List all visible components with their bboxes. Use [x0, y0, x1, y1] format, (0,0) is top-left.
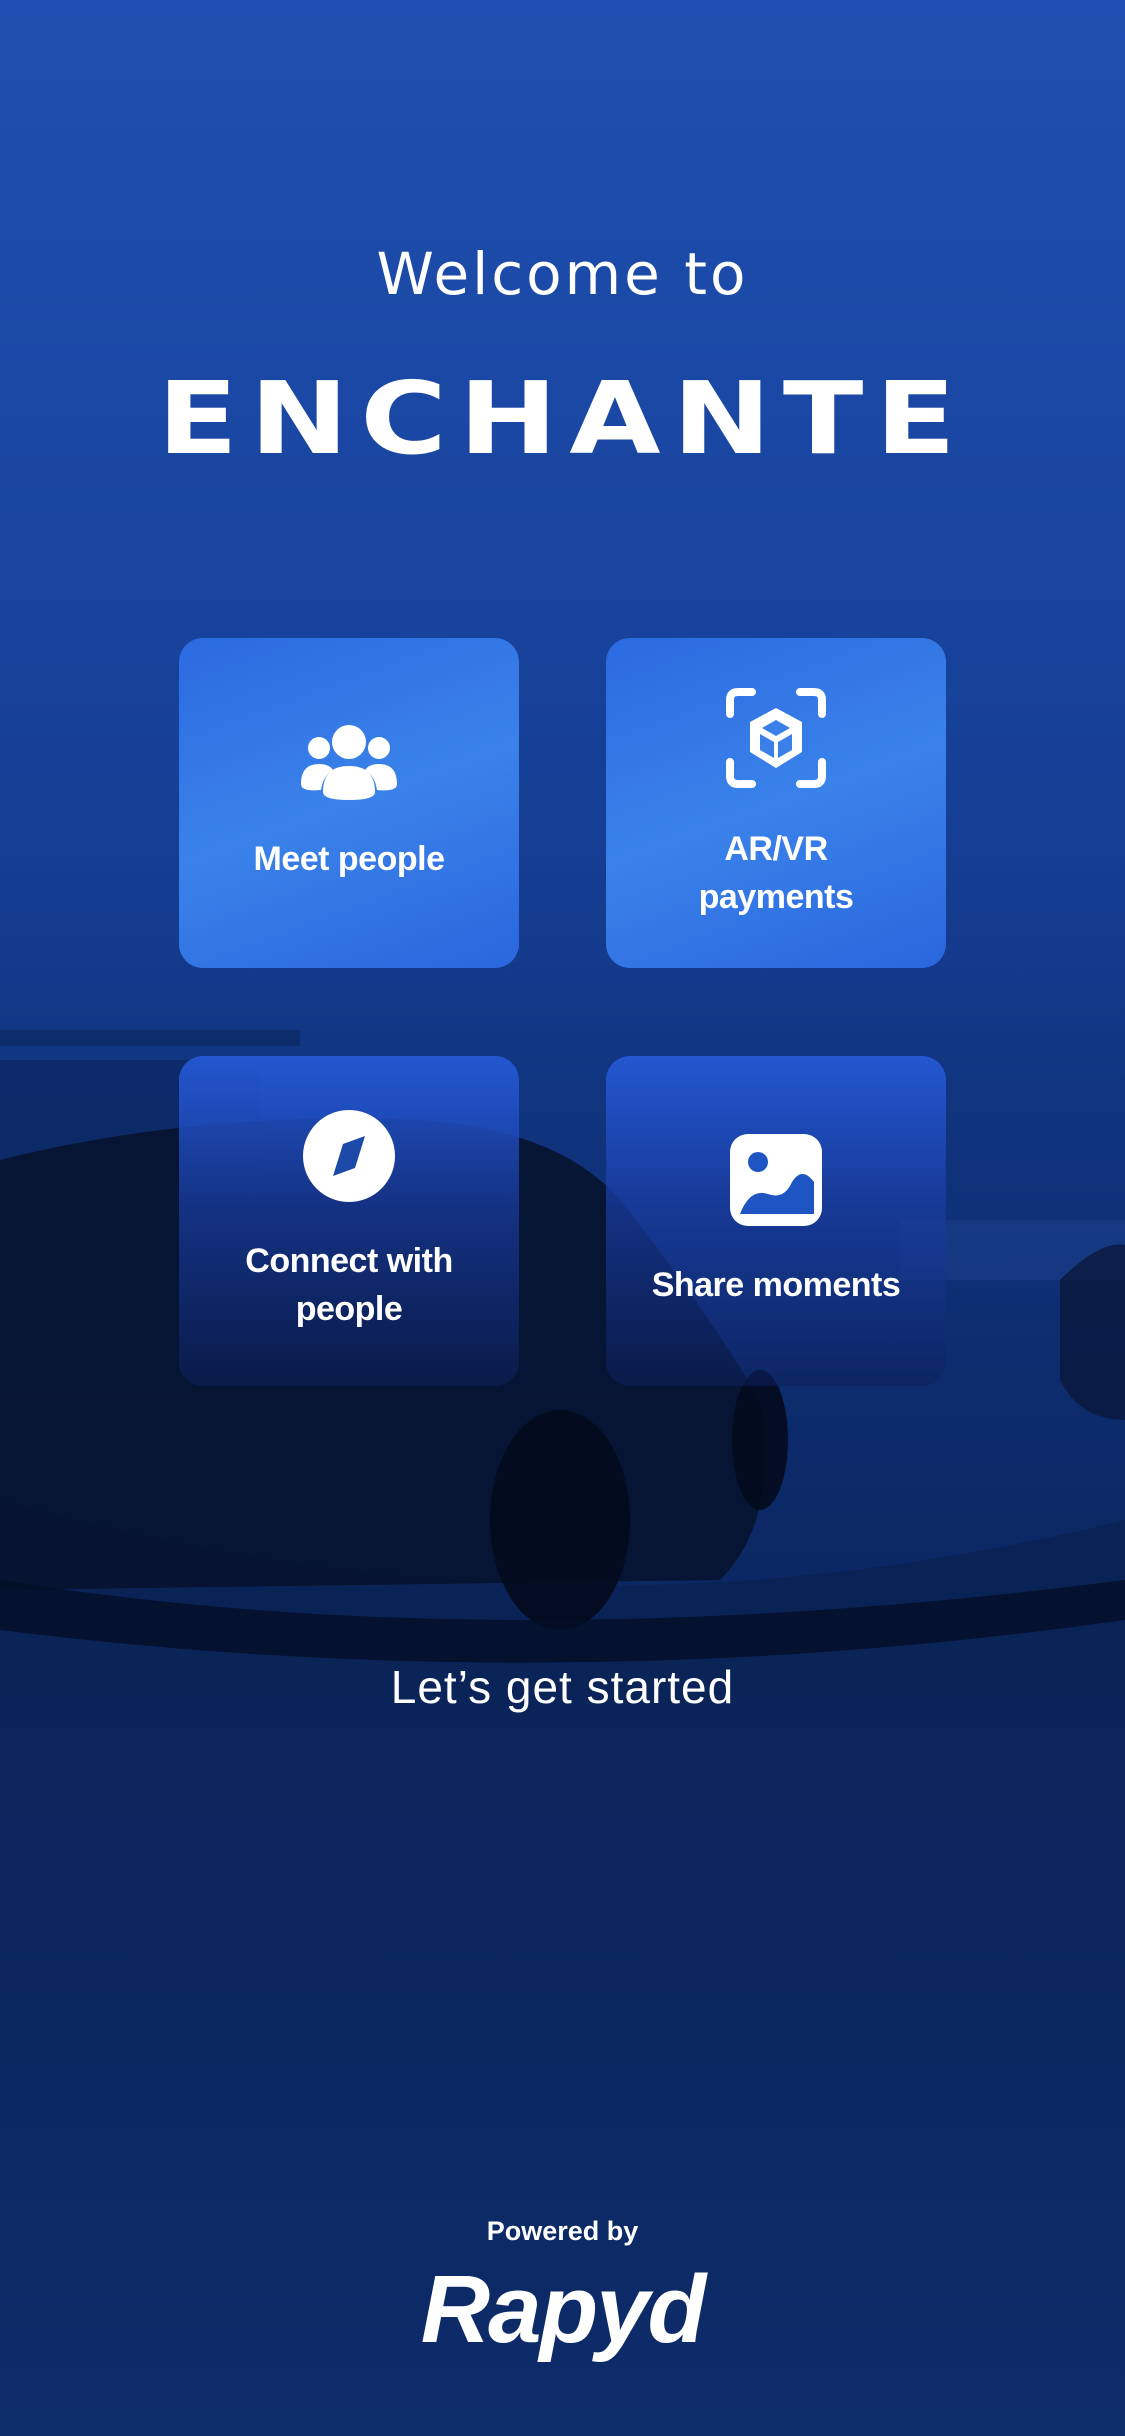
- ar-vr-payments-tile[interactable]: AR/VR payments: [606, 638, 946, 968]
- powered-by-label: Powered by: [486, 2216, 639, 2246]
- people-icon: [299, 724, 399, 813]
- share-moments-tile[interactable]: Share moments: [606, 1056, 946, 1386]
- rapyd-logo: Rapyd: [420, 2256, 706, 2363]
- image-icon: [730, 1133, 822, 1239]
- compass-icon: [303, 1109, 395, 1215]
- tile-label: AR/VR payments: [698, 829, 854, 916]
- tile-label: Connect with people: [245, 1241, 453, 1328]
- app-title: ENCHANTE: [157, 360, 968, 477]
- connect-with-people-tile[interactable]: Connect with people: [179, 1056, 519, 1386]
- get-started-button[interactable]: Let’s get started: [0, 1660, 1125, 1714]
- tile-label: Share moments: [651, 1265, 901, 1304]
- tile-label: Meet people: [253, 839, 445, 878]
- welcome-text: Welcome to: [376, 240, 749, 308]
- meet-people-tile[interactable]: Meet people: [179, 638, 519, 968]
- ar-cube-icon: [724, 686, 828, 803]
